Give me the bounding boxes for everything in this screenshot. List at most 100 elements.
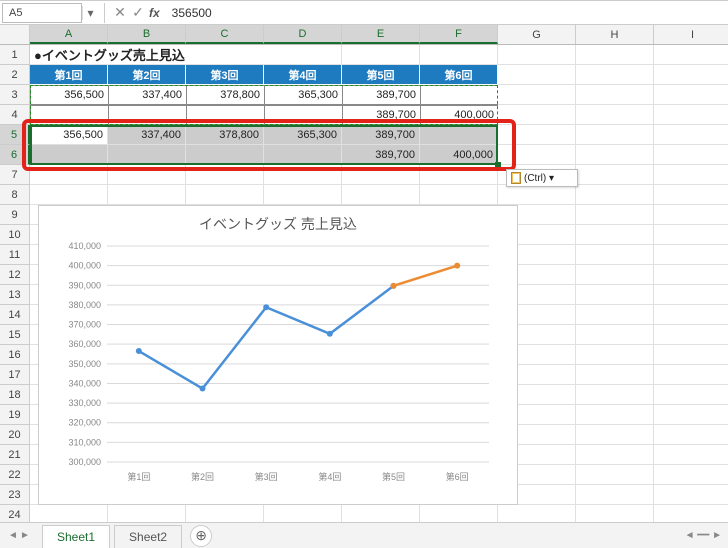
- empty-cell[interactable]: [186, 165, 264, 185]
- empty-cell[interactable]: [654, 485, 728, 505]
- data-cell[interactable]: 365,300: [264, 85, 342, 105]
- row-header[interactable]: 6: [0, 145, 30, 165]
- empty-cell[interactable]: [654, 445, 728, 465]
- data-cell[interactable]: [30, 145, 108, 165]
- empty-cell[interactable]: [30, 185, 108, 205]
- data-cell[interactable]: 389,700: [342, 85, 420, 105]
- empty-cell[interactable]: [30, 505, 108, 522]
- row-header[interactable]: 17: [0, 365, 30, 385]
- empty-cell[interactable]: [342, 505, 420, 522]
- empty-cell[interactable]: [654, 325, 728, 345]
- row-header[interactable]: 13: [0, 285, 30, 305]
- empty-cell[interactable]: [576, 225, 654, 245]
- row-header[interactable]: 9: [0, 205, 30, 225]
- empty-cell[interactable]: [654, 185, 728, 205]
- data-cell[interactable]: 389,700: [342, 125, 420, 145]
- row-header[interactable]: 21: [0, 445, 30, 465]
- data-cell[interactable]: [264, 105, 342, 125]
- empty-cell[interactable]: [342, 165, 420, 185]
- worksheet-grid[interactable]: 1 ●イベントグッズ売上見込 2 第1回 第2回 第3回 第4回 第5回 第6回…: [0, 45, 728, 522]
- col-header[interactable]: B: [108, 25, 186, 44]
- empty-cell[interactable]: [654, 465, 728, 485]
- col-header[interactable]: H: [576, 25, 654, 44]
- row-header[interactable]: 1: [0, 45, 30, 65]
- empty-cell[interactable]: [654, 225, 728, 245]
- empty-cell[interactable]: [654, 165, 728, 185]
- row-header[interactable]: 3: [0, 85, 30, 105]
- empty-cell[interactable]: [108, 165, 186, 185]
- empty-cell[interactable]: [576, 405, 654, 425]
- tab-nav[interactable]: ◄►: [0, 530, 38, 541]
- embedded-chart[interactable]: イベントグッズ 売上見込 300,000310,000320,000330,00…: [38, 205, 518, 505]
- row-header[interactable]: 22: [0, 465, 30, 485]
- col-header[interactable]: E: [342, 25, 420, 44]
- empty-cell[interactable]: [420, 165, 498, 185]
- empty-cell[interactable]: [654, 345, 728, 365]
- empty-cell[interactable]: [576, 385, 654, 405]
- formula-input[interactable]: 356500: [166, 6, 728, 20]
- data-cell[interactable]: 365,300: [264, 125, 342, 145]
- name-box[interactable]: A5: [2, 3, 82, 23]
- data-cell[interactable]: [420, 85, 498, 105]
- empty-cell[interactable]: [420, 185, 498, 205]
- selection-handle[interactable]: [495, 162, 501, 168]
- row-header[interactable]: 15: [0, 325, 30, 345]
- row-header[interactable]: 20: [0, 425, 30, 445]
- empty-cell[interactable]: [576, 245, 654, 265]
- empty-cell[interactable]: [576, 285, 654, 305]
- empty-cell[interactable]: [654, 365, 728, 385]
- data-cell[interactable]: [420, 125, 498, 145]
- data-cell[interactable]: 389,700: [342, 105, 420, 125]
- data-cell[interactable]: 389,700: [342, 145, 420, 165]
- col-header[interactable]: F: [420, 25, 498, 44]
- empty-cell[interactable]: [498, 505, 576, 522]
- data-cell[interactable]: [108, 105, 186, 125]
- col-header[interactable]: I: [654, 25, 728, 44]
- empty-cell[interactable]: [186, 185, 264, 205]
- empty-cell[interactable]: [576, 425, 654, 445]
- row-header[interactable]: 18: [0, 385, 30, 405]
- empty-cell[interactable]: [342, 185, 420, 205]
- data-cell[interactable]: [264, 145, 342, 165]
- empty-cell[interactable]: [654, 305, 728, 325]
- empty-cell[interactable]: [576, 485, 654, 505]
- empty-cell[interactable]: [576, 185, 654, 205]
- empty-cell[interactable]: [420, 505, 498, 522]
- table-header[interactable]: 第1回: [30, 65, 108, 85]
- add-sheet-button[interactable]: ⊕: [190, 525, 212, 547]
- empty-cell[interactable]: [108, 505, 186, 522]
- row-header[interactable]: 4: [0, 105, 30, 125]
- row-header[interactable]: 10: [0, 225, 30, 245]
- empty-cell[interactable]: [576, 165, 654, 185]
- title-cell[interactable]: ●イベントグッズ売上見込: [30, 45, 264, 65]
- empty-cell[interactable]: [654, 385, 728, 405]
- col-header[interactable]: C: [186, 25, 264, 44]
- row-header[interactable]: 12: [0, 265, 30, 285]
- empty-cell[interactable]: [576, 325, 654, 345]
- empty-cell[interactable]: [576, 365, 654, 385]
- table-header[interactable]: 第2回: [108, 65, 186, 85]
- empty-cell[interactable]: [654, 205, 728, 225]
- row-header[interactable]: 5: [0, 125, 30, 145]
- table-header[interactable]: 第4回: [264, 65, 342, 85]
- data-cell[interactable]: 378,800: [186, 125, 264, 145]
- data-cell[interactable]: 337,400: [108, 85, 186, 105]
- empty-cell[interactable]: [264, 185, 342, 205]
- data-cell[interactable]: 337,400: [108, 125, 186, 145]
- empty-cell[interactable]: [264, 505, 342, 522]
- select-all-corner[interactable]: [0, 25, 30, 44]
- empty-cell[interactable]: [654, 505, 728, 522]
- data-cell[interactable]: 356,500: [30, 85, 108, 105]
- name-box-dropdown-icon[interactable]: ▾: [82, 6, 98, 20]
- row-header[interactable]: 7: [0, 165, 30, 185]
- empty-cell[interactable]: [654, 265, 728, 285]
- empty-cell[interactable]: [576, 465, 654, 485]
- col-header[interactable]: D: [264, 25, 342, 44]
- row-header[interactable]: 11: [0, 245, 30, 265]
- data-cell[interactable]: [30, 105, 108, 125]
- sheet-tab-active[interactable]: Sheet1: [42, 525, 110, 548]
- empty-cell[interactable]: [30, 165, 108, 185]
- empty-cell[interactable]: [576, 265, 654, 285]
- empty-cell[interactable]: [576, 445, 654, 465]
- row-header[interactable]: 24: [0, 505, 30, 522]
